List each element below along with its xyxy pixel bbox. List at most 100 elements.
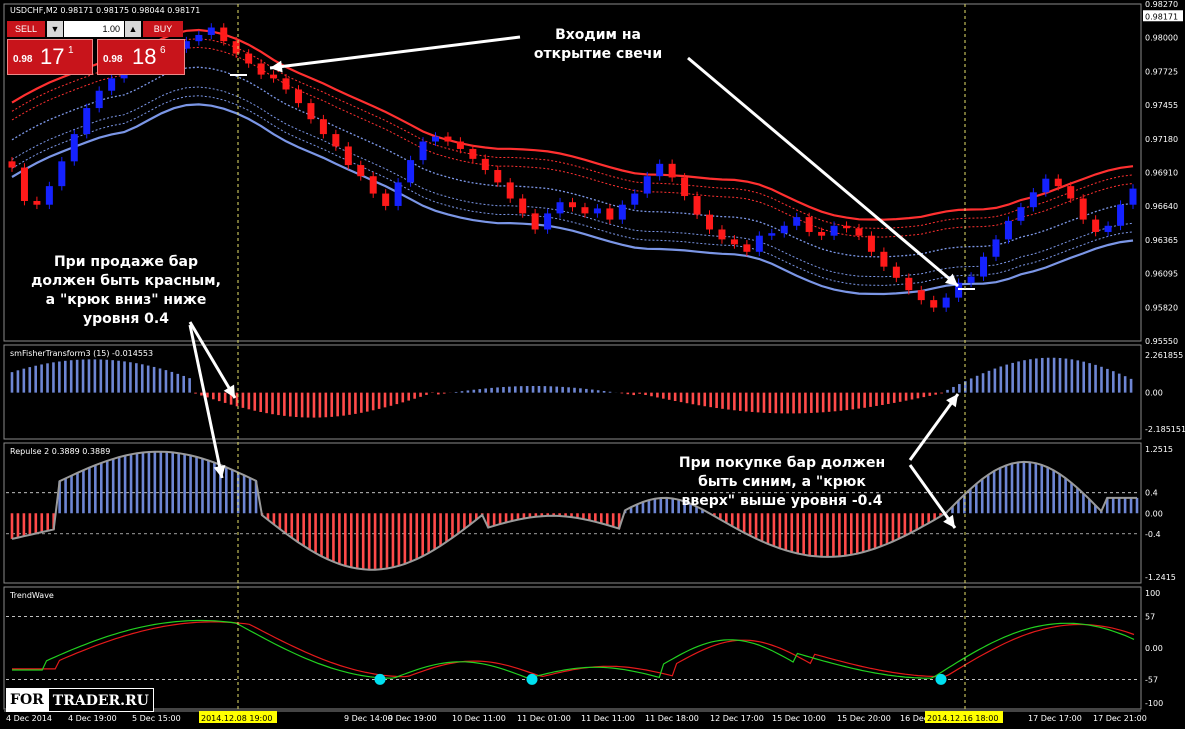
time-tick-label: 17 Dec 21:00 [1093,714,1147,723]
buy-price-box[interactable]: 0.98 18 6 [97,39,185,75]
annotation-sell-2: должен быть красным, [31,273,221,289]
candle-bear [245,53,253,64]
trendwave-tick-label: 57 [1145,613,1155,622]
candle-bear [843,225,851,229]
candle-bull [45,186,53,205]
logo-part2: TRADER.RU [47,688,154,712]
candle-bear [444,136,452,142]
trendwave-title: TrendWave [9,591,54,600]
trendwave-signal-dot [935,673,947,685]
lot-increase-button[interactable]: ▲ [125,21,141,37]
candle-bull [631,193,639,205]
candle-bull [755,235,763,252]
candle-bear [706,214,714,230]
chart-canvas: 0.982700.981710.980000.977250.974550.971… [3,0,1185,723]
trendwave-signal-dot [374,673,386,685]
buy-price-big: 18 [132,44,157,69]
candle-bull [1017,207,1025,221]
price-tick-label: 0.97725 [1145,68,1178,77]
arrow-buy-fisher [908,393,960,461]
candle-bull [58,161,66,187]
candle-bear [1054,178,1062,187]
logo-part1: FOR [6,688,48,712]
price-tick-label: 0.96095 [1145,269,1178,278]
candle-bear [668,163,676,178]
candle-bear [282,78,290,90]
trendwave-tick-label: -57 [1145,675,1158,684]
candle-bull [394,182,402,206]
one-click-trade-panel: SELL ▼ 1.00 ▲ BUY 0.98 17 1 0.98 18 6 [7,21,185,76]
lot-decrease-button[interactable]: ▼ [47,21,63,37]
candle-bear [718,229,726,240]
price-tick-label: 0.96365 [1145,236,1178,245]
repulse-tick-label: -0.4 [1145,530,1161,539]
candle-bear [307,103,315,120]
highlighted-time-label: 2014.12.08 19:00 [201,714,272,723]
time-tick-label: 11 Dec 18:00 [645,714,699,723]
candle-bear [905,277,913,291]
candle-bear [818,231,826,236]
candle-bull [419,141,427,161]
lot-size-input[interactable]: 1.00 [64,21,124,37]
fisher-tick-label: 2.261855 [1145,351,1183,360]
annotation-sell-4: уровня 0.4 [83,311,169,327]
chart-window: 0.98270 0.98171 0.98000 0.97725 0.97455 0.971… [0,0,1185,729]
price-tick-label: 0.96910 [1145,169,1178,178]
repulse-tick-label: 0.4 [1145,489,1158,498]
price-tick-label: 0.96640 [1145,202,1178,211]
candle-bear [681,177,689,197]
candle-bear [693,196,701,215]
trendwave-signal-dot [526,673,538,685]
time-tick-label: 9 Dec 14:00 [344,714,393,723]
annotation-sell-3: а "крюк вниз" ниже [46,292,207,308]
price-tick-label: 0.98270 [1145,0,1178,9]
fortrader-logo: FOR TRADER.RU [6,688,154,712]
candle-bear [917,290,925,301]
candle-bear [220,27,228,42]
repulse-signal-line [11,450,1137,571]
time-tick-label: 12 Dec 17:00 [710,714,764,723]
candle-bear [232,41,240,54]
time-tick-label: 9 Dec 19:00 [388,714,437,723]
sell-button[interactable]: SELL [7,21,45,37]
price-tick-label: 0.97180 [1145,135,1178,144]
arrow-buy-repulse-head [943,514,955,528]
candle-bear [1067,186,1075,199]
fisher-tick-label: 0.00 [1145,389,1163,398]
price-tick-label: 0.97455 [1145,101,1178,110]
candle-bull [1029,192,1037,208]
candle-bull [556,202,564,214]
candle-bull [768,233,776,236]
candle-bull [1117,204,1125,226]
trendwave-tick-label: 100 [1145,589,1160,598]
time-tick-label: 4 Dec 19:00 [68,714,117,723]
candle-bear [294,89,302,104]
candle-bear [606,208,614,220]
candle-bear [880,251,888,267]
candle-bear [892,266,900,278]
candle-bear [805,217,813,232]
price-tick-label: 0.95820 [1145,304,1178,313]
time-tick-label: 17 Dec 17:00 [1028,714,1082,723]
repulse-title: Repulse 2 0.3889 0.3889 [10,447,110,456]
time-tick-label: 4 Dec 2014 [6,714,52,723]
candle-bull [544,213,552,230]
candle-bull [992,239,1000,257]
buy-button[interactable]: BUY [143,21,183,37]
arrow-buy-fisher-head [946,394,958,408]
candle-bull [1104,225,1112,232]
candle-bear [456,141,464,149]
candle-bear [481,158,489,171]
candle-bear [257,63,265,75]
time-tick-label: 15 Dec 20:00 [837,714,891,723]
sell-price-box[interactable]: 0.98 17 1 [7,39,93,75]
candle-bear [382,193,390,206]
trendwave-tick-label: 0.00 [1145,644,1163,653]
candle-bear [33,200,41,205]
arrow-enter-buy [687,56,959,288]
candle-bull [83,108,91,135]
candle-bull [656,163,664,177]
candle-bear [569,202,576,208]
candle-bear [319,119,327,135]
candle-bull [1129,188,1137,205]
